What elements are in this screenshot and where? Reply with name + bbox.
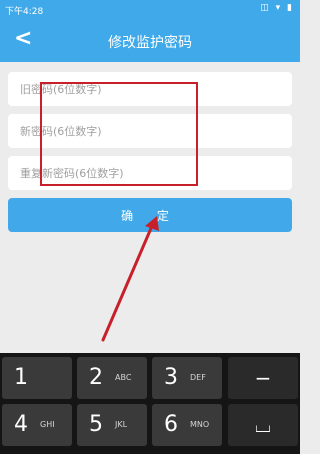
key-1-number: 1	[14, 365, 28, 390]
key-5-letters: JKL	[115, 420, 128, 429]
key-4-letters: GHI	[40, 420, 55, 429]
key-6[interactable]: 6 MNO	[152, 404, 222, 446]
key-space[interactable]: ⌴	[228, 404, 298, 446]
key-3-letters: DEF	[190, 373, 206, 382]
key-5-number: 5	[89, 412, 103, 437]
key-4-number: 4	[14, 412, 28, 437]
minus-icon: −	[254, 366, 272, 390]
key-3[interactable]: 3 DEF	[152, 357, 222, 399]
key-minus[interactable]: −	[228, 357, 298, 399]
key-2[interactable]: 2 ABC	[77, 357, 147, 399]
key-2-number: 2	[89, 365, 103, 390]
key-2-letters: ABC	[115, 373, 132, 382]
space-icon: ⌴	[255, 413, 271, 437]
key-6-number: 6	[164, 412, 178, 437]
key-3-number: 3	[164, 365, 178, 390]
key-4[interactable]: 4 GHI	[2, 404, 72, 446]
key-5[interactable]: 5 JKL	[77, 404, 147, 446]
key-1[interactable]: 1	[2, 357, 72, 399]
numeric-keyboard: 1 2 ABC 3 DEF − 4 GHI 5 JKL 6 MNO ⌴	[0, 353, 300, 454]
key-6-letters: MNO	[190, 420, 210, 429]
